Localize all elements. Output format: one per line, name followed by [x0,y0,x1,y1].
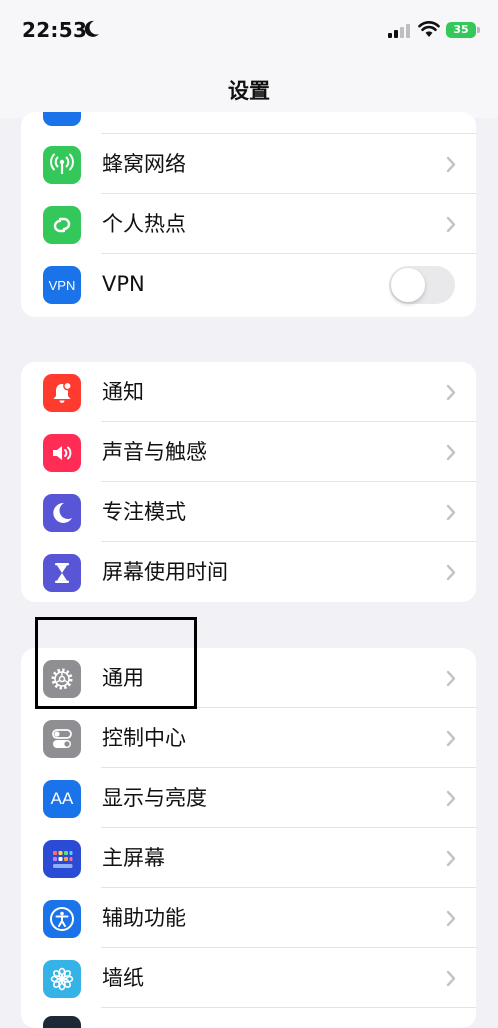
settings-row-cellular[interactable]: 蜂窝网络 [21,134,476,194]
settings-group-notifications: 通知 声音与触感 专注模式 屏幕使用时间 [21,362,476,602]
settings-row-label: 通知 [102,380,144,404]
hourglass-icon [43,554,81,592]
settings-row-sounds[interactable]: 声音与触感 [21,422,476,482]
chevron-right-icon [446,504,456,521]
settings-row-label: 显示与亮度 [102,786,207,810]
settings-row-partial [21,1008,476,1028]
vpn-toggle[interactable] [389,266,455,304]
vpn-icon: VPN [43,266,81,304]
settings-row-label: 辅助功能 [102,906,186,930]
chevron-right-icon [446,564,456,581]
partial-icon [43,1016,81,1028]
page-title: 设置 [228,79,270,103]
top-bar: 22:53 35 设置 [0,0,498,118]
chevron-right-icon [446,970,456,987]
display-icon-text: AA [50,789,74,808]
accessibility-icon [43,900,81,938]
chevron-right-icon [446,156,456,173]
scrolled-row-partial [21,112,476,134]
highlight-box [35,617,197,709]
chevron-right-icon [446,730,456,747]
chevron-right-icon [446,850,456,867]
wifi-icon [418,21,440,37]
speaker-icon [43,434,81,472]
settings-row-notifications[interactable]: 通知 [21,362,476,422]
chevron-right-icon [446,444,456,461]
battery-indicator: 35 [446,22,480,38]
settings-row-label: 控制中心 [102,726,186,750]
settings-row-control-center[interactable]: 控制中心 [21,708,476,768]
settings-row-display[interactable]: AA 显示与亮度 [21,768,476,828]
partial-icon [43,112,81,126]
focus-moon-icon [84,20,99,37]
toggle-knob [391,268,425,302]
settings-row-label: 蜂窝网络 [102,152,186,176]
settings-row-wallpaper[interactable]: 墙纸 [21,948,476,1008]
settings-row-label: 墙纸 [102,966,144,990]
settings-row-screen-time[interactable]: 屏幕使用时间 [21,542,476,602]
chevron-right-icon [446,670,456,687]
settings-row-label: 个人热点 [102,212,186,236]
chevron-right-icon [446,910,456,927]
settings-row-accessibility[interactable]: 辅助功能 [21,888,476,948]
hotspot-chain-icon [43,206,81,244]
settings-row-hotspot[interactable]: 个人热点 [21,194,476,254]
text-size-icon: AA [43,780,81,818]
status-time: 22:53 [22,18,88,42]
settings-group-network: 蜂窝网络 个人热点 VPN VPN [21,112,476,317]
signal-icon [388,24,410,38]
settings-row-label: 屏幕使用时间 [102,560,228,584]
chevron-right-icon [446,790,456,807]
settings-row-label: 专注模式 [102,500,186,524]
moon-icon [43,494,81,532]
settings-row-vpn[interactable]: VPN VPN [21,254,476,314]
settings-row-label: VPN [102,272,145,296]
settings-row-label: 主屏幕 [102,846,165,870]
settings-row-focus[interactable]: 专注模式 [21,482,476,542]
settings-row-label: 声音与触感 [102,440,207,464]
bell-icon [43,374,81,412]
cellular-antenna-icon [43,146,81,184]
flower-icon [43,960,81,998]
control-toggles-icon [43,720,81,758]
chevron-right-icon [446,384,456,401]
home-grid-icon [43,840,81,878]
settings-row-home-screen[interactable]: 主屏幕 [21,828,476,888]
chevron-right-icon [446,216,456,233]
vpn-icon-text: VPN [48,277,76,293]
